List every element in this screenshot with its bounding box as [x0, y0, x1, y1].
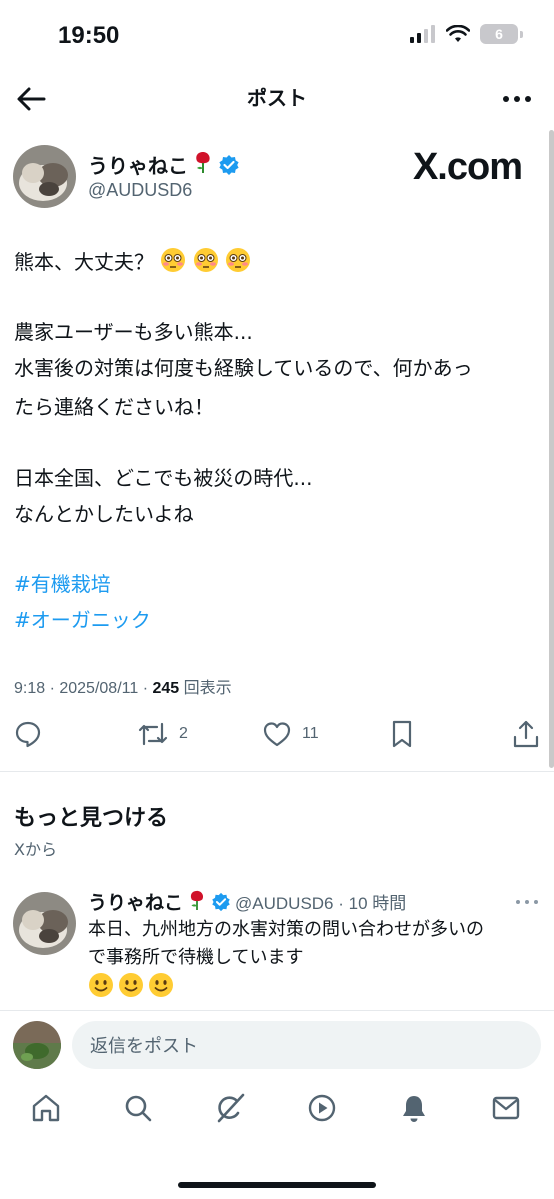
tab-search[interactable] [118, 1088, 158, 1128]
share-button[interactable] [512, 719, 540, 749]
share-icon [513, 720, 539, 748]
flushed-face-emoji [160, 248, 251, 274]
post-text-line: たら連絡くださいね！ [14, 395, 214, 419]
tab-messages[interactable] [486, 1088, 526, 1128]
like-count: 11 [302, 725, 319, 742]
section-title: もっと見つける [14, 806, 169, 831]
home-indicator [178, 1182, 376, 1188]
hashtag-link[interactable]: #オーガニック [14, 602, 151, 638]
reply-input[interactable]: 返信をポスト [72, 1021, 541, 1069]
post-text-line: 日本全国、どこでも被災の時代... [14, 466, 313, 490]
video-icon [308, 1094, 336, 1122]
signal-icon [410, 25, 435, 43]
section-subtitle: Xから [14, 840, 57, 859]
related-avatar[interactable] [13, 892, 76, 955]
reply-icon [15, 721, 41, 748]
post-text-line: 水害後の対策は何度も経験しているので、何かあっ [14, 356, 473, 380]
author-name[interactable]: うりゃねこ [88, 150, 188, 179]
grok-icon [217, 1093, 245, 1123]
reply-button[interactable] [14, 720, 42, 748]
author-handle[interactable]: @AUDUSD6 [88, 180, 192, 201]
bottom-tab-bar [0, 1088, 554, 1148]
like-icon [263, 722, 291, 747]
post-text-line: 熊本、大丈夫？ [14, 244, 251, 280]
divider [0, 1010, 554, 1011]
retweet-icon [138, 722, 168, 746]
tab-video[interactable] [302, 1088, 342, 1128]
battery-indicator: 6 [480, 24, 523, 44]
view-label: 回表示 [179, 680, 232, 697]
divider [0, 771, 554, 772]
avatar[interactable] [13, 145, 76, 208]
hashtag-link[interactable]: #有機栽培 [14, 566, 111, 602]
bookmark-button[interactable] [390, 719, 414, 749]
retweet-button[interactable]: 2 [137, 720, 188, 748]
x-com-watermark: X.com [412, 146, 523, 188]
rose-emoji [187, 889, 207, 915]
verified-badge-icon [219, 154, 239, 175]
retweet-count: 2 [179, 725, 188, 742]
more-icon[interactable] [500, 86, 534, 112]
rose-emoji [192, 150, 214, 179]
notifications-icon [403, 1096, 425, 1122]
scrollbar[interactable] [549, 130, 554, 768]
status-icons: 6 [410, 24, 523, 44]
author-name-row: うりゃねこ [88, 150, 240, 179]
verified-badge-icon [212, 892, 230, 911]
post-meta: 9:18 · 2025/08/11 · 245 回表示 [14, 674, 232, 698]
related-author-name[interactable]: うりゃねこ [88, 888, 183, 915]
search-icon [125, 1095, 152, 1122]
tab-grok[interactable] [210, 1088, 250, 1128]
view-count: 245 [152, 680, 180, 697]
my-avatar[interactable] [13, 1021, 61, 1069]
slightly-smiling-face-emoji [88, 972, 174, 998]
home-icon [32, 1094, 60, 1122]
related-text-line: で事務所で待機しています [88, 947, 304, 968]
tab-notifications[interactable] [394, 1088, 434, 1128]
related-more-icon[interactable] [514, 896, 540, 908]
tab-home[interactable] [26, 1088, 66, 1128]
like-button[interactable]: 11 [262, 720, 319, 748]
related-meta: @AUDUSD6 · 10 時間 [235, 894, 407, 913]
wifi-icon [446, 25, 470, 42]
related-post-header: うりゃねこ @AUDUSD6 · 10 時間 [88, 888, 406, 915]
post-actions: 2 11 [0, 714, 554, 754]
post-text-line: 農家ユーザーも多い熊本... [14, 320, 253, 344]
status-time: 19:50 [58, 22, 120, 49]
related-text-line: 本日、九州地方の水害対策の問い合わせが多いの [88, 919, 484, 940]
bookmark-icon [392, 720, 412, 748]
post-timestamp[interactable]: 9:18 · 2025/08/11 · [14, 680, 152, 697]
messages-icon [492, 1096, 520, 1120]
page-title: ポスト [247, 86, 307, 110]
post-text-line: なんとかしたいよね [14, 502, 194, 526]
